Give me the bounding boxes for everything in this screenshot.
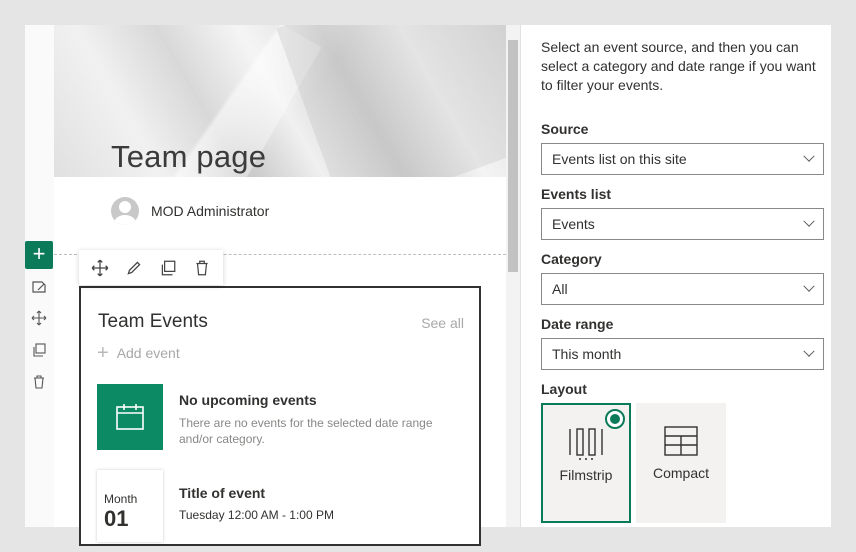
filmstrip-icon [569,428,603,460]
date-range-value: This month [552,346,622,362]
category-dropdown[interactable]: All [541,273,824,305]
edit-section-icon[interactable] [28,276,50,298]
page-title[interactable]: Team page [111,139,266,175]
chevron-down-icon [803,345,815,357]
calendar-tile [97,384,163,450]
duplicate-icon[interactable] [156,256,180,280]
events-list-value: Events [552,216,595,232]
pane-description: Select an event source, and then you can… [541,39,816,93]
scrollbar[interactable] [506,25,520,527]
events-title: Team Events [98,311,208,332]
add-event-label: Add event [116,345,180,361]
date-range-label: Date range [541,316,614,332]
category-label: Category [541,251,602,267]
date-range-dropdown[interactable]: This month [541,338,824,370]
event-day: 01 [104,506,129,531]
chevron-down-icon [803,150,815,162]
move-icon[interactable] [88,256,112,280]
layout-label: Layout [541,381,587,397]
layout-option-compact[interactable]: Compact [636,403,726,523]
source-value: Events list on this site [552,151,687,167]
add-event-button[interactable]: + Add event [97,342,180,364]
layout-option-label: Compact [652,465,710,481]
source-label: Source [541,121,589,137]
chevron-down-icon [803,215,815,227]
delete-icon[interactable] [190,256,214,280]
events-webpart[interactable]: Team Events See all + Add event No upcom… [79,286,481,546]
layout-option-filmstrip[interactable]: Filmstrip [541,403,631,523]
radio-selected-icon [605,409,625,429]
source-dropdown[interactable]: Events list on this site [541,143,824,175]
events-list-label: Events list [541,186,612,202]
calendar-icon [116,404,144,430]
add-section-button[interactable]: + [25,241,53,269]
no-events-title: No upcoming events [179,392,317,408]
duplicate-section-icon[interactable] [28,339,50,361]
author-name[interactable]: MOD Administrator [151,203,269,219]
compact-icon [664,426,698,456]
delete-section-icon[interactable] [28,371,50,393]
scrollbar-thumb[interactable] [508,40,518,272]
no-events-description: There are no events for the selected dat… [179,416,433,446]
event-month: Month [104,492,138,506]
plus-icon: + [97,342,109,364]
event-time: Tuesday 12:00 AM - 1:00 PM [179,508,334,522]
edit-icon[interactable] [122,256,146,280]
move-section-icon[interactable] [28,307,50,329]
avatar [111,197,139,225]
property-pane: Select an event source, and then you can… [520,25,831,527]
category-value: All [552,281,568,297]
author-block: MOD Administrator [111,197,269,225]
event-title[interactable]: Title of event [179,485,265,501]
event-date-tile: Month 01 [97,470,163,542]
chevron-down-icon [803,280,815,292]
see-all-link[interactable]: See all [421,315,464,331]
layout-option-label: Filmstrip [559,467,613,483]
events-list-dropdown[interactable]: Events [541,208,824,240]
webpart-toolbar [79,250,223,285]
